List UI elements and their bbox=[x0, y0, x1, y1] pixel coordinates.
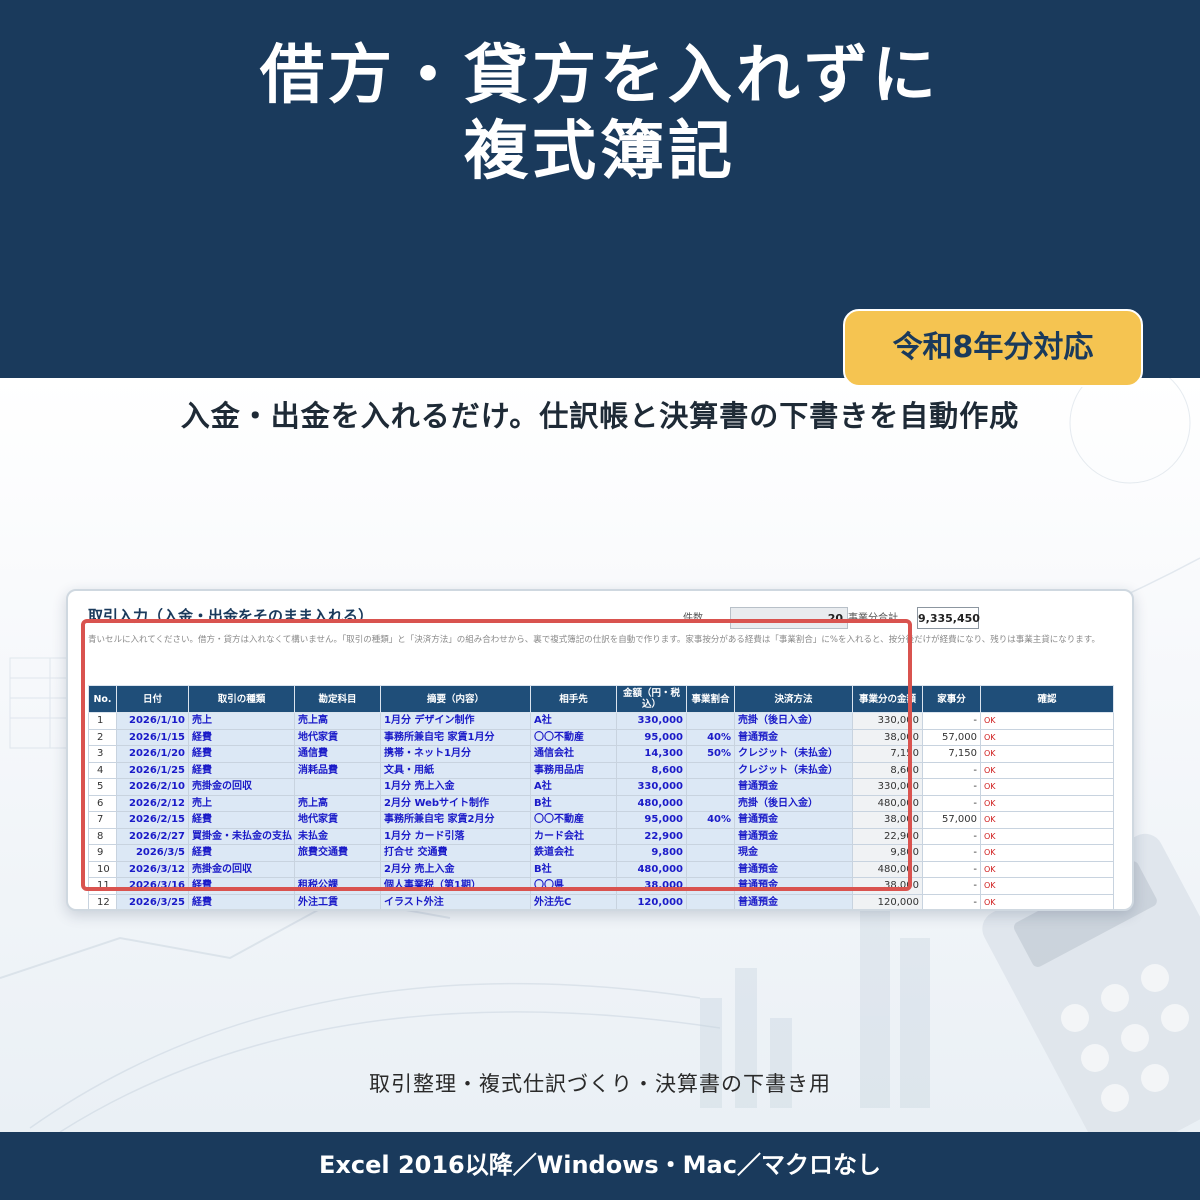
cell-check: OK bbox=[980, 893, 1114, 909]
cell-type[interactable]: 経費 bbox=[188, 893, 295, 909]
cell-household: - bbox=[922, 877, 981, 895]
table-row: 12 2026/3/25 経費 外注工賃 イラスト外注 外注先C 120,000 普通預金 12… bbox=[88, 893, 1114, 909]
col-header-household: 家事分 bbox=[922, 685, 981, 713]
usage-caption: 取引整理・複式仕訳づくり・決算書の下書き用 bbox=[369, 1072, 831, 1096]
cell-household: - bbox=[922, 860, 981, 878]
cell-household: - bbox=[922, 893, 981, 909]
col-header-check: 確認 bbox=[980, 685, 1114, 713]
cell-household: 7,150 bbox=[922, 745, 981, 763]
cell-check: OK bbox=[980, 712, 1114, 730]
cell-household: - bbox=[922, 761, 981, 779]
cell-check: OK bbox=[980, 877, 1114, 895]
cell-household: - bbox=[922, 827, 981, 845]
cell-no: 12 bbox=[88, 893, 117, 909]
cell-check: OK bbox=[980, 745, 1114, 763]
cell-check: OK bbox=[980, 860, 1114, 878]
cell-check: OK bbox=[980, 728, 1114, 746]
cell-date[interactable]: 2026/3/25 bbox=[116, 893, 189, 909]
hero-title: 借方・貸方を入れずに 複式簿記 bbox=[0, 38, 1200, 190]
cell-amount[interactable]: 120,000 bbox=[616, 893, 687, 909]
requirements-footer: Excel 2016以降／Windows・Mac／マクロなし bbox=[0, 1132, 1200, 1200]
cell-check: OK bbox=[980, 761, 1114, 779]
cell-party[interactable]: 外注先C bbox=[530, 893, 617, 909]
hero-title-line1: 借方・貸方を入れずに bbox=[260, 39, 940, 113]
cell-household: 57,000 bbox=[922, 728, 981, 746]
cell-check: OK bbox=[980, 827, 1114, 845]
cell-check: OK bbox=[980, 844, 1114, 862]
cell-household: - bbox=[922, 794, 981, 812]
cell-household: - bbox=[922, 844, 981, 862]
year-support-badge: 令和8年分対応 bbox=[843, 309, 1143, 387]
cell-check: OK bbox=[980, 794, 1114, 812]
cell-check: OK bbox=[980, 778, 1114, 796]
cell-household: - bbox=[922, 712, 981, 730]
cell-household: 57,000 bbox=[922, 811, 981, 829]
subtitle: 入金・出金を入れるだけ。仕訳帳と決算書の下書きを自動作成 bbox=[180, 399, 1020, 433]
total-value: 9,335,450 bbox=[917, 607, 980, 629]
cell-check: OK bbox=[980, 811, 1114, 829]
highlight-frame bbox=[81, 619, 912, 891]
cell-summary[interactable]: イラスト外注 bbox=[380, 893, 531, 909]
cell-payment[interactable]: 普通預金 bbox=[734, 893, 853, 909]
cell-business-amount: 120,000 bbox=[852, 893, 923, 909]
cell-ratio[interactable] bbox=[686, 893, 735, 909]
cell-household: - bbox=[922, 778, 981, 796]
cell-account[interactable]: 外注工賃 bbox=[294, 893, 381, 909]
hero-title-line2: 複式簿記 bbox=[464, 115, 736, 189]
